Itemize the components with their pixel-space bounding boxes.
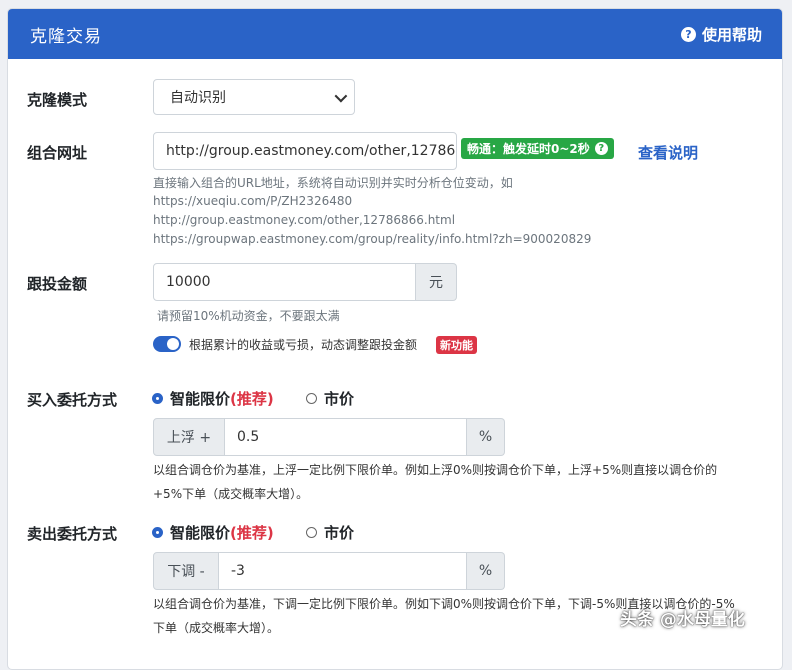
buy-order-label: 买入委托方式 [27, 391, 118, 409]
sell-smart-limit-radio[interactable]: 智能限价 (推荐) [152, 522, 274, 543]
question-circle-icon[interactable]: ? [594, 142, 608, 155]
follow-amount-input[interactable]: 10000 [153, 263, 416, 301]
sell-offset-prefix: 下调 - [153, 552, 219, 590]
chevron-down-icon [334, 89, 348, 102]
buy-offset-prefix: 上浮 + [153, 418, 225, 456]
radio-unchecked-icon [306, 527, 317, 538]
buy-smart-limit-label: 智能限价 [170, 390, 231, 408]
sell-recommended-tag: (推荐) [230, 524, 274, 542]
clone-mode-select[interactable]: 自动识别 [153, 79, 355, 115]
dynamic-adjust-toggle[interactable] [153, 336, 181, 352]
radio-unchecked-icon [306, 393, 317, 404]
new-feature-badge: 新功能 [436, 336, 477, 354]
sell-offset-input[interactable]: -3 [219, 552, 467, 590]
follow-amount-hint: 请预留10%机动资金，不要跟太满 [157, 309, 340, 323]
clone-mode-label: 克隆模式 [27, 91, 88, 109]
currency-unit: 元 [416, 263, 457, 301]
sell-order-hint: 下单（成交概率大增）。 [153, 621, 280, 635]
portfolio-url-input[interactable]: http://group.eastmoney.com/other,1278686… [153, 132, 457, 170]
sell-offset-unit: % [467, 552, 505, 590]
follow-amount-group: 10000 元 [153, 263, 457, 301]
url-hint-line: 直接输入组合的URL地址，系统将自动识别并实时分析仓位变动，如 [153, 176, 513, 190]
buy-market-label: 市价 [324, 390, 355, 408]
connection-status-text: 畅通：触发延时0~2秒 [467, 142, 590, 156]
buy-market-radio[interactable]: 市价 [306, 388, 354, 409]
radio-checked-icon [152, 393, 163, 404]
follow-amount-label: 跟投金额 [27, 275, 88, 293]
panel-header: 克隆交易 ? 使用帮助 [8, 9, 782, 59]
question-circle-icon: ? [680, 26, 696, 42]
radio-checked-icon [152, 527, 163, 538]
url-hint-example: https://xueqiu.com/P/ZH2326480 [153, 194, 353, 208]
help-button[interactable]: ? 使用帮助 [680, 24, 762, 45]
watermark: 头条 @水母量化 [620, 610, 745, 630]
url-hint-example: https://groupwap.eastmoney.com/group/rea… [153, 232, 592, 246]
view-instructions-link[interactable]: 查看说明 [638, 142, 698, 163]
sell-offset-group: 下调 - -3 % [153, 552, 505, 590]
buy-offset-group: 上浮 + 0.5 % [153, 418, 505, 456]
connection-status-badge: 畅通：触发延时0~2秒 ? [461, 138, 614, 159]
help-label: 使用帮助 [701, 25, 762, 44]
sell-market-label: 市价 [324, 524, 355, 542]
sell-market-radio[interactable]: 市价 [306, 522, 354, 543]
sell-order-label: 卖出委托方式 [27, 525, 118, 543]
buy-order-hint: +5%下单（成交概率大增）。 [153, 487, 309, 501]
sell-smart-limit-label: 智能限价 [170, 524, 231, 542]
clone-trade-panel: 克隆交易 ? 使用帮助 克隆模式 自动识别 组合网址 http://group.… [7, 8, 783, 670]
buy-offset-input[interactable]: 0.5 [225, 418, 467, 456]
url-hint-example: http://group.eastmoney.com/other,1278686… [153, 213, 456, 227]
buy-order-hint: 以组合调仓价为基准，上浮一定比例下限价单。例如上浮0%则按调仓价下单，上浮+5%… [153, 463, 718, 477]
portfolio-url-label: 组合网址 [27, 144, 88, 162]
buy-recommended-tag: (推荐) [230, 390, 274, 408]
dynamic-adjust-label: 根据累计的收益或亏损，动态调整跟投金额 [189, 338, 418, 352]
clone-mode-value: 自动识别 [170, 90, 226, 106]
buy-smart-limit-radio[interactable]: 智能限价 (推荐) [152, 388, 274, 409]
buy-offset-unit: % [467, 418, 505, 456]
panel-title: 克隆交易 [30, 26, 102, 47]
